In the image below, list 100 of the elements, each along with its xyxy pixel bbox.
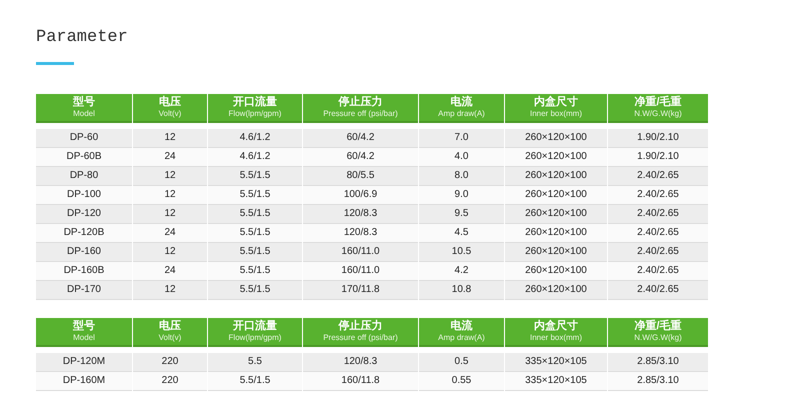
table-cell: 100/6.9 xyxy=(303,186,418,205)
table-cell: 12 xyxy=(133,186,207,205)
table-cell: 0.5 xyxy=(419,353,504,372)
table-cell: DP-100 xyxy=(36,186,132,205)
table-cell: 220 xyxy=(133,353,207,372)
table-cell: 5.5/1.5 xyxy=(208,262,302,281)
table-cell: 24 xyxy=(133,148,207,167)
table-cell: 4.2 xyxy=(419,262,504,281)
table-cell: 260×120×100 xyxy=(505,243,607,262)
table-cell: 260×120×100 xyxy=(505,186,607,205)
table-cell: 160/11.8 xyxy=(303,372,418,391)
table-cell: DP-120B xyxy=(36,224,132,243)
header-chinese-label: 型号 xyxy=(73,96,95,109)
table-cell: 4.6/1.2 xyxy=(208,148,302,167)
table-cell: 8.0 xyxy=(419,167,504,186)
table-cell: 2.40/2.65 xyxy=(608,262,708,281)
table-cell: 9.5 xyxy=(419,205,504,224)
table-cell: 2.85/3.10 xyxy=(608,372,708,391)
table-cell: 12 xyxy=(133,243,207,262)
table-cell: 260×120×100 xyxy=(505,129,607,148)
table-cell: 2.40/2.65 xyxy=(608,186,708,205)
table-cell: 335×120×105 xyxy=(505,353,607,372)
table-cell: 5.5/1.5 xyxy=(208,243,302,262)
table-cell: DP-60 xyxy=(36,129,132,148)
table-cell: 260×120×100 xyxy=(505,224,607,243)
table-cell: 5.5/1.5 xyxy=(208,186,302,205)
table-cell: DP-170 xyxy=(36,281,132,300)
header-english-label: Pressure off (psi/bar) xyxy=(323,333,398,343)
table-cell: 10.8 xyxy=(419,281,504,300)
title-underline xyxy=(36,62,74,65)
table-cell: 5.5/1.5 xyxy=(208,205,302,224)
table-cell: 260×120×100 xyxy=(505,262,607,281)
table-cell: 24 xyxy=(133,262,207,281)
header-english-label: N.W/G.W(kg) xyxy=(634,109,682,119)
header-chinese-label: 电压 xyxy=(159,96,181,109)
table-cell: 5.5/1.5 xyxy=(208,281,302,300)
table-cell: 7.0 xyxy=(419,129,504,148)
table-cell: 2.40/2.65 xyxy=(608,224,708,243)
header-chinese-label: 开口流量 xyxy=(233,320,277,333)
header-english-label: Inner box(mm) xyxy=(530,333,582,343)
table-cell: DP-160M xyxy=(36,372,132,391)
table-cell: 160/11.0 xyxy=(303,243,418,262)
header-chinese-label: 停止压力 xyxy=(338,96,382,109)
table-cell: 260×120×100 xyxy=(505,281,607,300)
header-chinese-label: 停止压力 xyxy=(338,320,382,333)
table-cell: 160/11.0 xyxy=(303,262,418,281)
header-chinese-label: 电流 xyxy=(450,96,472,109)
table-cell: 80/5.5 xyxy=(303,167,418,186)
header-english-label: Flow(lpm/gpm) xyxy=(228,109,282,119)
header-english-label: Pressure off (psi/bar) xyxy=(323,109,398,119)
table-cell: 4.5 xyxy=(419,224,504,243)
table-cell: 5.5 xyxy=(208,353,302,372)
table-cell: 260×120×100 xyxy=(505,167,607,186)
table-cell: 1.90/2.10 xyxy=(608,129,708,148)
header-chinese-label: 开口流量 xyxy=(233,96,277,109)
header-english-label: Volt(v) xyxy=(158,333,182,343)
header-english-label: Model xyxy=(73,333,95,343)
table-cell: 5.5/1.5 xyxy=(208,167,302,186)
header-english-label: Volt(v) xyxy=(158,109,182,119)
header-chinese-label: 内盒尺寸 xyxy=(534,96,578,109)
table-cell: 120/8.3 xyxy=(303,205,418,224)
table-cell: 170/11.8 xyxy=(303,281,418,300)
table-cell: DP-120M xyxy=(36,353,132,372)
table-cell: 24 xyxy=(133,224,207,243)
table-cell: 60/4.2 xyxy=(303,129,418,148)
header-chinese-label: 净重/毛重 xyxy=(634,320,682,333)
header-english-label: Amp draw(A) xyxy=(438,109,485,119)
header-chinese-label: 电流 xyxy=(450,320,472,333)
table-cell: 260×120×100 xyxy=(505,205,607,224)
page-title: Parameter xyxy=(36,28,129,48)
table-cell: 2.85/3.10 xyxy=(608,353,708,372)
header-english-label: Inner box(mm) xyxy=(530,109,582,119)
table-cell: 220 xyxy=(133,372,207,391)
table-cell: 12 xyxy=(133,281,207,300)
table-cell: 9.0 xyxy=(419,186,504,205)
table-cell: 60/4.2 xyxy=(303,148,418,167)
table-cell: 260×120×100 xyxy=(505,148,607,167)
table-cell: 2.40/2.65 xyxy=(608,167,708,186)
table-cell: 335×120×105 xyxy=(505,372,607,391)
table-cell: 1.90/2.10 xyxy=(608,148,708,167)
table-cell: DP-160B xyxy=(36,262,132,281)
table-cell: 12 xyxy=(133,167,207,186)
table-cell: DP-120 xyxy=(36,205,132,224)
header-english-label: Model xyxy=(73,109,95,119)
header-chinese-label: 内盒尺寸 xyxy=(534,320,578,333)
table-cell: 5.5/1.5 xyxy=(208,372,302,391)
table-cell: 2.40/2.65 xyxy=(608,205,708,224)
table-cell: DP-160 xyxy=(36,243,132,262)
header-english-label: Amp draw(A) xyxy=(438,333,485,343)
table-cell: 4.6/1.2 xyxy=(208,129,302,148)
table-cell: 2.40/2.65 xyxy=(608,281,708,300)
table-cell: 2.40/2.65 xyxy=(608,243,708,262)
table-cell: DP-60B xyxy=(36,148,132,167)
table-cell: 10.5 xyxy=(419,243,504,262)
table-cell: 12 xyxy=(133,205,207,224)
table-cell: 120/8.3 xyxy=(303,224,418,243)
header-chinese-label: 净重/毛重 xyxy=(634,96,682,109)
header-english-label: Flow(lpm/gpm) xyxy=(228,333,282,343)
table-cell: 12 xyxy=(133,129,207,148)
table-cell: 0.55 xyxy=(419,372,504,391)
